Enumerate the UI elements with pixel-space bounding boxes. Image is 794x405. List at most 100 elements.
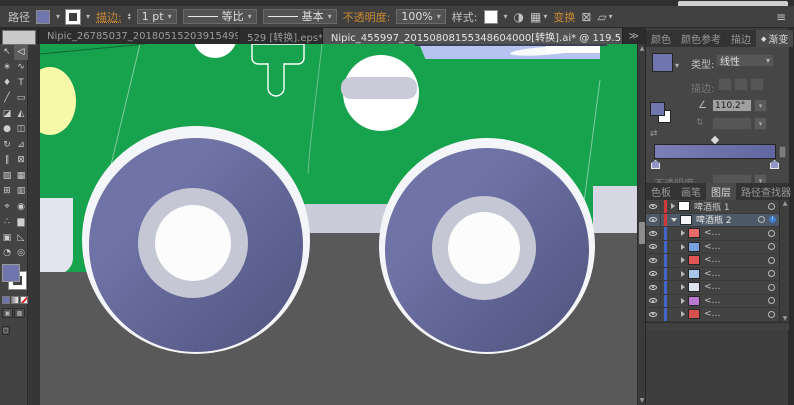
blob-brush-tool[interactable]: ●	[0, 122, 14, 138]
reverse-gradient-icon[interactable]: ⇄	[650, 129, 658, 139]
stroke-width-stepper[interactable]: ▴▾	[128, 13, 131, 21]
screen-mode-icon[interactable]: ▢	[2, 326, 10, 335]
layer-row-1[interactable]: 啤酒瓶 1	[646, 200, 779, 214]
fill-proxy-swatch[interactable]	[2, 264, 20, 282]
sublayer-row[interactable]: <…	[646, 295, 779, 309]
scroll-down-icon[interactable]: ▼	[780, 315, 790, 322]
sublayer-row[interactable]: <…	[646, 308, 779, 322]
brush-dropdown-icon[interactable]: ▾	[328, 10, 332, 23]
gradient-swatch[interactable]	[652, 53, 673, 72]
fill-dropdown-icon[interactable]: ▾	[56, 12, 60, 21]
zoom-tool[interactable]: ◎	[14, 246, 28, 262]
target-icon[interactable]	[768, 203, 775, 210]
perspective-grid-tool[interactable]: ▦	[14, 168, 28, 184]
style-swatch[interactable]	[484, 10, 498, 24]
stroke-dropdown-icon[interactable]: ▾	[86, 12, 90, 21]
tab-layers-active[interactable]: 图层	[706, 183, 736, 200]
expand-icon[interactable]	[671, 203, 675, 209]
stroke-width-dropdown-icon[interactable]: ▾	[168, 10, 172, 23]
visibility-toggle[interactable]	[646, 241, 661, 254]
sublayer-row[interactable]: <…	[646, 241, 779, 255]
doc-tab-4-active[interactable]: Nipic_455997_20150808155348604000[转换].ai…	[323, 28, 623, 44]
type-tool[interactable]: T	[14, 75, 28, 91]
gradient-stop-start[interactable]	[651, 160, 660, 169]
control-bar-menu-icon[interactable]: ≡	[776, 10, 786, 24]
artwork[interactable]	[40, 44, 637, 405]
visibility-toggle[interactable]	[646, 227, 661, 240]
gradient-fill-proxy[interactable]	[650, 102, 665, 116]
column-graph-tool[interactable]: ▆	[14, 215, 28, 231]
sublayer-row[interactable]: <…	[646, 227, 779, 241]
expand-icon[interactable]	[681, 271, 685, 277]
gradient-slider-bar[interactable]	[654, 144, 776, 159]
target-icon[interactable]	[768, 270, 775, 277]
tab-brushes[interactable]: 画笔	[676, 183, 706, 200]
tab-color[interactable]: 颜色	[646, 30, 676, 47]
target-icon[interactable]	[768, 257, 775, 264]
target-icon[interactable]	[768, 230, 775, 237]
color-mode-icon[interactable]	[2, 296, 10, 304]
scroll-up-icon[interactable]: ▲	[780, 200, 790, 207]
pencil-tool[interactable]: ◭	[14, 106, 28, 122]
draw-behind-icon[interactable]: ▩	[14, 308, 25, 318]
style-dropdown-icon[interactable]: ▾	[504, 12, 508, 21]
doc-tab-2[interactable]: Nipic_26785037_20180515203915499034.ai*×	[39, 28, 239, 44]
transform-link[interactable]: 变换	[553, 9, 575, 25]
target-icon[interactable]	[768, 284, 775, 291]
stroke-link[interactable]: 描边:	[96, 9, 122, 25]
expand-icon[interactable]	[681, 284, 685, 290]
expand-icon[interactable]	[681, 244, 685, 250]
canvas-area[interactable]: ▲ ▼	[28, 44, 645, 405]
direct-selection-tool[interactable]: ◁	[14, 44, 28, 60]
tab-pathfinder[interactable]: 路径查找器	[736, 183, 794, 200]
width-profile-select[interactable]: 等比▾	[183, 9, 257, 24]
pen-tool[interactable]: ♦	[0, 75, 14, 91]
blend-tool[interactable]: ◉	[14, 199, 28, 215]
stroke-width-field[interactable]: 1 pt▾	[137, 9, 177, 24]
visibility-toggle[interactable]	[646, 200, 661, 213]
bumper-left[interactable]	[40, 198, 73, 274]
doc-tab-3[interactable]: 529 [转换].eps*×	[239, 28, 323, 44]
draw-normal-icon[interactable]: ▣	[2, 308, 13, 318]
target-icon[interactable]	[768, 311, 775, 318]
stroke-grad-btn-1[interactable]	[718, 78, 732, 91]
selection-tool[interactable]: ↖	[0, 44, 14, 60]
hand-tool[interactable]: ◔	[0, 246, 14, 262]
magic-wand-tool[interactable]: ∗	[0, 60, 14, 76]
brush-definition-select[interactable]: 基本▾	[263, 9, 337, 24]
scroll-up-icon[interactable]: ▲	[638, 45, 645, 52]
slice-tool[interactable]: ◺	[14, 230, 28, 246]
gradient-swatch-dropdown-icon[interactable]: ▾	[675, 61, 679, 70]
scroll-down-icon[interactable]: ▼	[638, 397, 645, 404]
layer-row-2-selected[interactable]: 啤酒瓶 2 i	[646, 214, 779, 228]
width-tool[interactable]: ∥	[0, 153, 14, 169]
gradient-annotator-icon[interactable]	[779, 146, 786, 158]
step-down-icon[interactable]: ▾	[128, 17, 131, 21]
visibility-toggle[interactable]	[646, 295, 661, 308]
target-icon[interactable]	[758, 216, 765, 223]
opacity-field[interactable]: 100%▾	[396, 9, 445, 24]
shear-icon[interactable]: ▱▾	[597, 10, 612, 24]
shape-builder-tool[interactable]: ▧	[0, 168, 14, 184]
visibility-toggle[interactable]	[646, 254, 661, 267]
gradient-midpoint-handle[interactable]	[711, 136, 719, 144]
expand-icon[interactable]	[681, 298, 685, 304]
gradient-stop-end[interactable]	[770, 160, 779, 169]
paintbrush-tool[interactable]: ◪	[0, 106, 14, 122]
visibility-toggle[interactable]	[646, 214, 661, 227]
collapse-icon[interactable]	[671, 218, 677, 222]
vertical-scrollbar[interactable]: ▲ ▼	[637, 44, 645, 405]
free-transform-icon[interactable]: ⊠	[581, 10, 591, 24]
hub-left[interactable]	[155, 205, 231, 281]
opacity-dropdown-icon[interactable]: ▾	[437, 10, 441, 23]
gradient-type-select[interactable]: 线性 ▾	[716, 54, 774, 67]
fill-color-swatch[interactable]	[36, 10, 50, 24]
tab-gradient-active[interactable]: ◆渐变	[756, 30, 793, 47]
sublayer-row[interactable]: <…	[646, 268, 779, 282]
visibility-toggle[interactable]	[646, 281, 661, 294]
expand-icon[interactable]	[681, 311, 685, 317]
tab-overflow-icon[interactable]: ≫	[623, 28, 645, 44]
recolor-artwork-icon[interactable]: ◑	[514, 10, 524, 24]
artboard-tool[interactable]: ▣	[0, 230, 14, 246]
symbol-sprayer-tool[interactable]: ∴	[0, 215, 14, 231]
